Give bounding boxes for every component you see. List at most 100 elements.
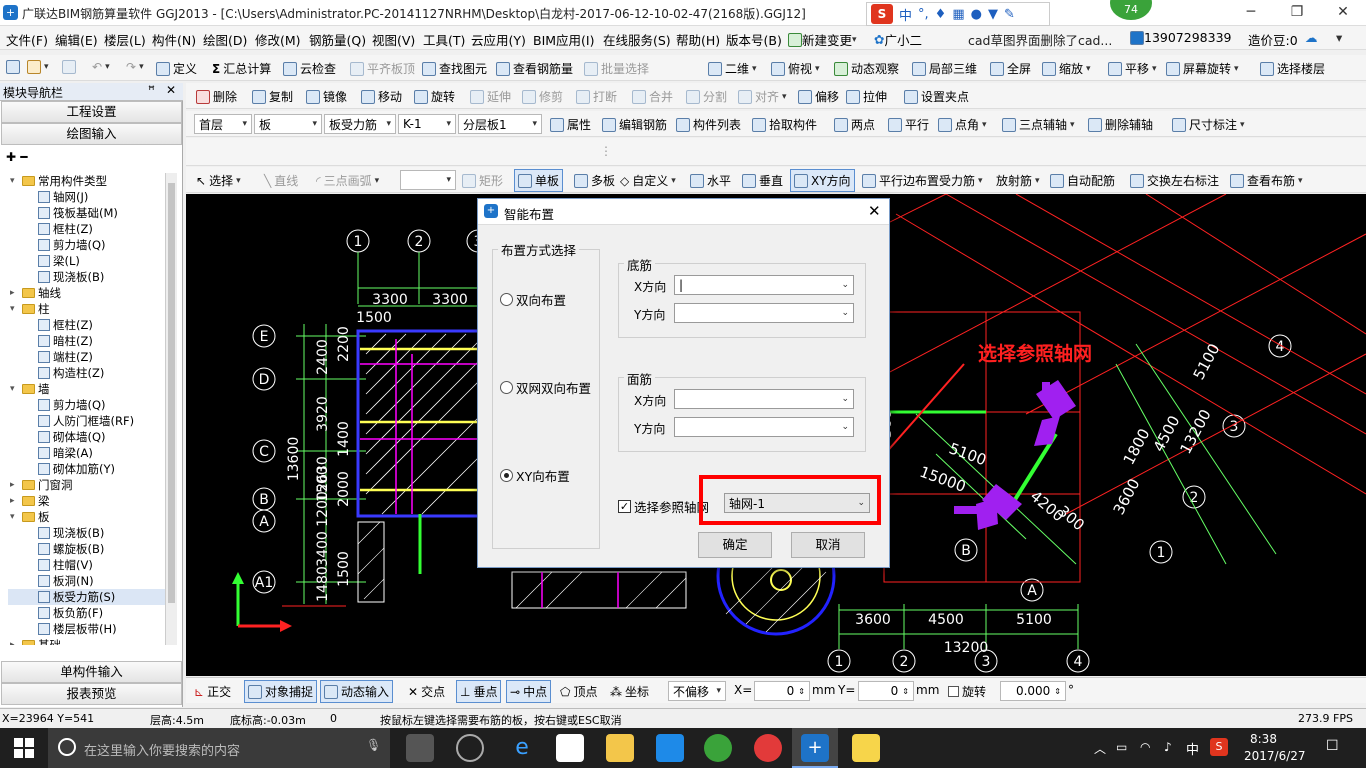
type-select[interactable]: 板 ▾ xyxy=(254,114,322,134)
auto-rebar-button[interactable]: 自动配筋 xyxy=(1050,172,1115,189)
select-button[interactable]: ↖ 选择 ▾ xyxy=(196,172,241,189)
expander-icon[interactable]: ▸ xyxy=(10,285,19,301)
tree-item[interactable]: 板洞(N) xyxy=(8,573,173,589)
menu-version[interactable]: 版本号(B) xyxy=(726,30,782,49)
midpoint-button[interactable]: ⊸ 中点 xyxy=(506,680,552,703)
menu-online[interactable]: 在线服务(S) xyxy=(603,30,671,49)
edit-rebar-button[interactable]: 编辑钢筋 xyxy=(602,116,667,133)
tree-item[interactable]: ▾ 墙 xyxy=(8,381,173,397)
radio-xy[interactable] xyxy=(500,469,513,482)
task-view-icon[interactable] xyxy=(406,734,434,762)
rectangle-button[interactable]: 矩形 xyxy=(462,172,503,189)
notification-badge[interactable]: 74 xyxy=(1110,0,1152,20)
multi-slab-button[interactable]: 多板 xyxy=(574,172,615,189)
tree-item[interactable]: ▾ 常用构件类型 xyxy=(8,173,173,189)
tree-scrollbar[interactable] xyxy=(165,173,177,645)
open-file-icon[interactable]: ▾ xyxy=(27,60,49,74)
two-point-button[interactable]: 两点 xyxy=(834,116,875,133)
view-rebar-layout-button[interactable]: 查看布筋 ▾ xyxy=(1230,172,1303,189)
bottom-y-combo[interactable]: ⌄ xyxy=(674,303,854,323)
panel-close-icon[interactable]: ✕ xyxy=(166,83,176,97)
tree-item[interactable]: 楼层板带(H) xyxy=(8,621,173,637)
wifi-icon[interactable]: ◠ xyxy=(1140,740,1150,754)
clock-date[interactable]: 2017/6/27 xyxy=(1244,749,1306,763)
store-icon[interactable] xyxy=(556,734,584,762)
tree-item[interactable]: 框柱(Z) xyxy=(8,317,173,333)
break-button[interactable]: 打断 xyxy=(576,88,617,105)
ime-lang-label[interactable]: 中 xyxy=(899,5,912,24)
clock-time[interactable]: 8:38 xyxy=(1250,732,1277,746)
tree-item[interactable]: 现浇板(B) xyxy=(8,525,173,541)
mic-icon[interactable]: ♦ xyxy=(935,7,947,22)
minimize-button[interactable]: ─ xyxy=(1228,0,1274,26)
single-input-button[interactable]: 单构件输入 xyxy=(1,661,182,683)
xy-direction-button[interactable]: XY方向 xyxy=(790,169,855,192)
radio-bidirectional[interactable] xyxy=(500,293,513,306)
cloud-icon[interactable]: ☁ xyxy=(1305,30,1318,45)
set-grip-button[interactable]: 设置夹点 xyxy=(904,88,969,105)
pan-button[interactable]: 平移 ▾ xyxy=(1108,60,1157,77)
tree-item[interactable]: 筏板基础(M) xyxy=(8,205,173,221)
redo-icon[interactable]: ↷ ▾ xyxy=(126,60,144,74)
news-ticker[interactable]: cad草图界面删除了cad... xyxy=(968,30,1112,49)
menu-bim[interactable]: BIM应用(I) xyxy=(533,30,595,49)
tree-item[interactable]: 端柱(Z) xyxy=(8,349,173,365)
tree-item[interactable]: 板受力筋(S) xyxy=(8,589,173,605)
tree-item[interactable]: ▸ 基础 xyxy=(8,637,173,645)
tree-item[interactable]: ▾ 板 xyxy=(8,509,173,525)
tree-item[interactable]: ▾ 柱 xyxy=(8,301,173,317)
menu-new-change[interactable]: 新建变更 ▾ xyxy=(788,30,857,49)
bottom-x-combo[interactable]: | ⌄ xyxy=(674,275,854,295)
perpendicular-button[interactable]: ⊥ 垂点 xyxy=(456,680,502,703)
notes-icon[interactable] xyxy=(852,734,880,762)
parallel-edge-rebar-button[interactable]: 平行边布置受力筋 ▾ xyxy=(862,172,983,189)
tree-item[interactable]: ▸ 梁 xyxy=(8,493,173,509)
close-button[interactable]: ✕ xyxy=(1320,0,1366,26)
volume-icon[interactable]: ♪ xyxy=(1164,740,1172,754)
batch-select-button[interactable]: 批量选择 xyxy=(584,60,649,77)
menu-rebar[interactable]: 钢筋量(Q) xyxy=(309,30,366,49)
view-rebar-button[interactable]: 查看钢筋量 xyxy=(496,60,573,77)
mode-dual-net[interactable]: 双网双向布置 xyxy=(500,378,591,397)
tree-item[interactable]: 板负筋(F) xyxy=(8,605,173,621)
project-settings-button[interactable]: 工程设置 xyxy=(1,101,182,123)
coordinate-button[interactable]: ⁂ 坐标 xyxy=(610,683,649,700)
custom-button[interactable]: ◇ 自定义 ▾ xyxy=(620,172,676,189)
point-angle-button[interactable]: 点角 ▾ xyxy=(938,116,987,133)
select-floor-button[interactable]: 选择楼层 xyxy=(1260,60,1325,77)
menu-edit[interactable]: 编辑(E) xyxy=(55,30,98,49)
shirt-icon[interactable]: ▼ xyxy=(988,7,998,22)
keyboard-icon[interactable]: ▦ xyxy=(952,7,964,22)
delete-button[interactable]: 删除 xyxy=(196,88,237,105)
tree-item[interactable]: 螺旋板(B) xyxy=(8,541,173,557)
menu-tools[interactable]: 工具(T) xyxy=(423,30,465,49)
floor-select[interactable]: 首层 ▾ xyxy=(194,114,252,134)
tree-item[interactable]: ▸ 轴线 xyxy=(8,285,173,301)
tree-item[interactable]: 暗梁(A) xyxy=(8,445,173,461)
drawing-input-button[interactable]: 绘图输入 xyxy=(1,123,182,145)
green-app-icon[interactable] xyxy=(704,734,732,762)
top-y-combo[interactable]: ⌄ xyxy=(674,417,854,437)
top-view-button[interactable]: 俯视 ▾ xyxy=(771,60,820,77)
subtype-select[interactable]: 板受力筋 ▾ xyxy=(324,114,396,134)
tree-item[interactable]: 框柱(Z) xyxy=(8,221,173,237)
edge-icon[interactable]: e xyxy=(508,734,536,762)
local-3d-button[interactable]: 局部三维 xyxy=(912,60,977,77)
view-2d-button[interactable]: 二维 ▾ xyxy=(708,60,757,77)
copy-button[interactable]: 复制 xyxy=(252,88,293,105)
y-input[interactable]: 0 ⇕ xyxy=(858,681,914,701)
ref-axis-checkbox[interactable]: ✓ xyxy=(618,500,631,513)
split-button[interactable]: 分割 xyxy=(686,88,727,105)
expander-icon[interactable]: ▾ xyxy=(10,381,19,397)
vertex-button[interactable]: ⬠ 顶点 xyxy=(560,683,597,700)
dialog-close-icon[interactable]: ✕ xyxy=(868,202,881,220)
swap-labels-button[interactable]: 交换左右标注 xyxy=(1130,172,1219,189)
dimension-button[interactable]: 尺寸标注 ▾ xyxy=(1172,116,1245,133)
mic-icon[interactable]: 🎙 xyxy=(366,738,381,752)
rotate-button[interactable]: 旋转 xyxy=(414,88,455,105)
menu-guangxiaoer[interactable]: ✿ 广小二 xyxy=(874,30,922,49)
report-preview-button[interactable]: 报表预览 xyxy=(1,683,182,705)
menu-component[interactable]: 构件(N) xyxy=(152,30,196,49)
tree-item[interactable]: 砌体加筋(Y) xyxy=(8,461,173,477)
tree-item[interactable]: 剪力墙(Q) xyxy=(8,397,173,413)
